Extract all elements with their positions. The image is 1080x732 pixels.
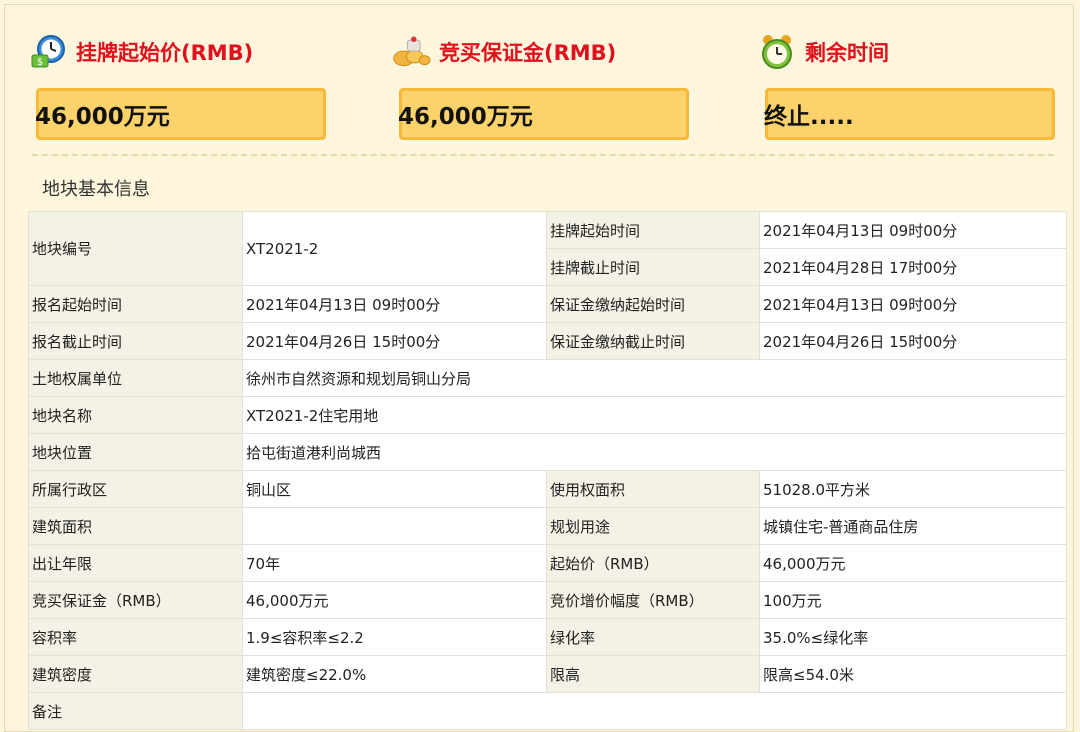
svg-text:$: $ (37, 57, 43, 68)
gold-coins-icon (391, 32, 431, 72)
deposit-end-label: 保证金缴纳截止时间 (546, 322, 760, 360)
listing-end-label: 挂牌截止时间 (546, 248, 760, 286)
table-row: 地块位置 拾屯街道港利尚城西 (28, 433, 1067, 471)
table-row: 建筑密度 建筑密度≤22.0% 限高 限高≤54.0米 (28, 655, 1067, 693)
table-row: 所属行政区 铜山区 使用权面积 51028.0平方米 (28, 470, 1067, 508)
deposit-row-value: 46,000万元 (242, 581, 547, 619)
remaining-time-value: 终止..... (764, 104, 854, 130)
section-title: 地块基本信息 (42, 179, 150, 200)
name-value: XT2021-2住宅用地 (242, 396, 1067, 434)
table-row: 备注 (28, 692, 1067, 730)
table-row: 建筑面积 规划用途 城镇住宅-普通商品住房 (28, 507, 1067, 545)
start-price-value-box: 46,000万元 (35, 88, 326, 140)
parcel-no-label: 地块编号 (28, 211, 243, 286)
remarks-value (242, 692, 1067, 730)
listing-start-label: 挂牌起始时间 (546, 211, 760, 249)
planned-use-value: 城镇住宅-普通商品住房 (759, 507, 1067, 545)
table-row: 容积率 1.9≤容积率≤2.2 绿化率 35.0%≤绿化率 (28, 618, 1067, 656)
use-area-label: 使用权面积 (546, 470, 760, 508)
remaining-time-value-box: 终止..... (764, 88, 1055, 140)
signup-end-value: 2021年04月26日 15时00分 (242, 322, 547, 360)
deposit-label: 竞买保证金(RMB) (439, 41, 617, 65)
term-value: 70年 (242, 544, 547, 582)
table-row: 出让年限 70年 起始价（RMB） 46,000万元 (28, 544, 1067, 582)
table-row: 竞买保证金（RMB） 46,000万元 竞价增价幅度（RMB） 100万元 (28, 581, 1067, 619)
green-value: 35.0%≤绿化率 (759, 618, 1067, 656)
table-row: 地块名称 XT2021-2住宅用地 (28, 396, 1067, 434)
start-price-stat: $ 挂牌起始价(RMB) 46,000万元 (28, 30, 326, 140)
owner-label: 土地权属单位 (28, 359, 243, 397)
deposit-end-value: 2021年04月26日 15时00分 (759, 322, 1067, 360)
far-label: 容积率 (28, 618, 243, 656)
district-value: 铜山区 (242, 470, 547, 508)
deposit-start-value: 2021年04月13日 09时00分 (759, 285, 1067, 323)
signup-start-value: 2021年04月13日 09时00分 (242, 285, 547, 323)
location-label: 地块位置 (28, 433, 243, 471)
remaining-time-stat: 剩余时间 终止..... (757, 30, 1055, 140)
signup-end-label: 报名截止时间 (28, 322, 243, 360)
listing-end-value: 2021年04月28日 17时00分 (759, 248, 1067, 286)
dashed-divider (32, 154, 1054, 156)
table-row: 报名截止时间 2021年04月26日 15时00分 保证金缴纳截止时间 2021… (28, 322, 1067, 360)
far-value: 1.9≤容积率≤2.2 (242, 618, 547, 656)
height-label: 限高 (546, 655, 760, 693)
name-label: 地块名称 (28, 396, 243, 434)
deposit-start-label: 保证金缴纳起始时间 (546, 285, 760, 323)
start-price-row-value: 46,000万元 (759, 544, 1067, 582)
listing-start-value: 2021年04月13日 09时00分 (759, 211, 1067, 249)
remarks-label: 备注 (28, 692, 243, 730)
density-label: 建筑密度 (28, 655, 243, 693)
deposit-value-box: 46,000万元 (398, 88, 689, 140)
planned-use-label: 规划用途 (546, 507, 760, 545)
table-row: 土地权属单位 徐州市自然资源和规划局铜山分局 (28, 359, 1067, 397)
start-price-row-label: 起始价（RMB） (546, 544, 760, 582)
green-label: 绿化率 (546, 618, 760, 656)
deposit-value: 46,000万元 (398, 104, 533, 130)
term-label: 出让年限 (28, 544, 243, 582)
deposit-row-label: 竞买保证金（RMB） (28, 581, 243, 619)
location-value: 拾屯街道港利尚城西 (242, 433, 1067, 471)
alarm-clock-icon (757, 32, 797, 72)
density-value: 建筑密度≤22.0% (242, 655, 547, 693)
remaining-time-label: 剩余时间 (805, 41, 889, 65)
signup-start-label: 报名起始时间 (28, 285, 243, 323)
start-price-value: 46,000万元 (35, 104, 170, 130)
height-value: 限高≤54.0米 (759, 655, 1067, 693)
parcel-info-table: 地块编号 XT2021-2 挂牌起始时间 2021年04月13日 09时00分 … (28, 211, 1067, 730)
table-row: 地块编号 XT2021-2 挂牌起始时间 2021年04月13日 09时00分 (28, 211, 1067, 286)
increment-value: 100万元 (759, 581, 1067, 619)
owner-value: 徐州市自然资源和规划局铜山分局 (242, 359, 1067, 397)
building-area-value (242, 507, 547, 545)
use-area-value: 51028.0平方米 (759, 470, 1067, 508)
clock-money-icon: $ (28, 32, 68, 72)
start-price-label: 挂牌起始价(RMB) (76, 41, 254, 65)
table-row: 报名起始时间 2021年04月13日 09时00分 保证金缴纳起始时间 2021… (28, 285, 1067, 323)
deposit-stat: 竞买保证金(RMB) 46,000万元 (391, 30, 689, 140)
parcel-no-value: XT2021-2 (242, 211, 547, 286)
building-area-label: 建筑面积 (28, 507, 243, 545)
district-label: 所属行政区 (28, 470, 243, 508)
increment-label: 竞价增价幅度（RMB） (546, 581, 760, 619)
